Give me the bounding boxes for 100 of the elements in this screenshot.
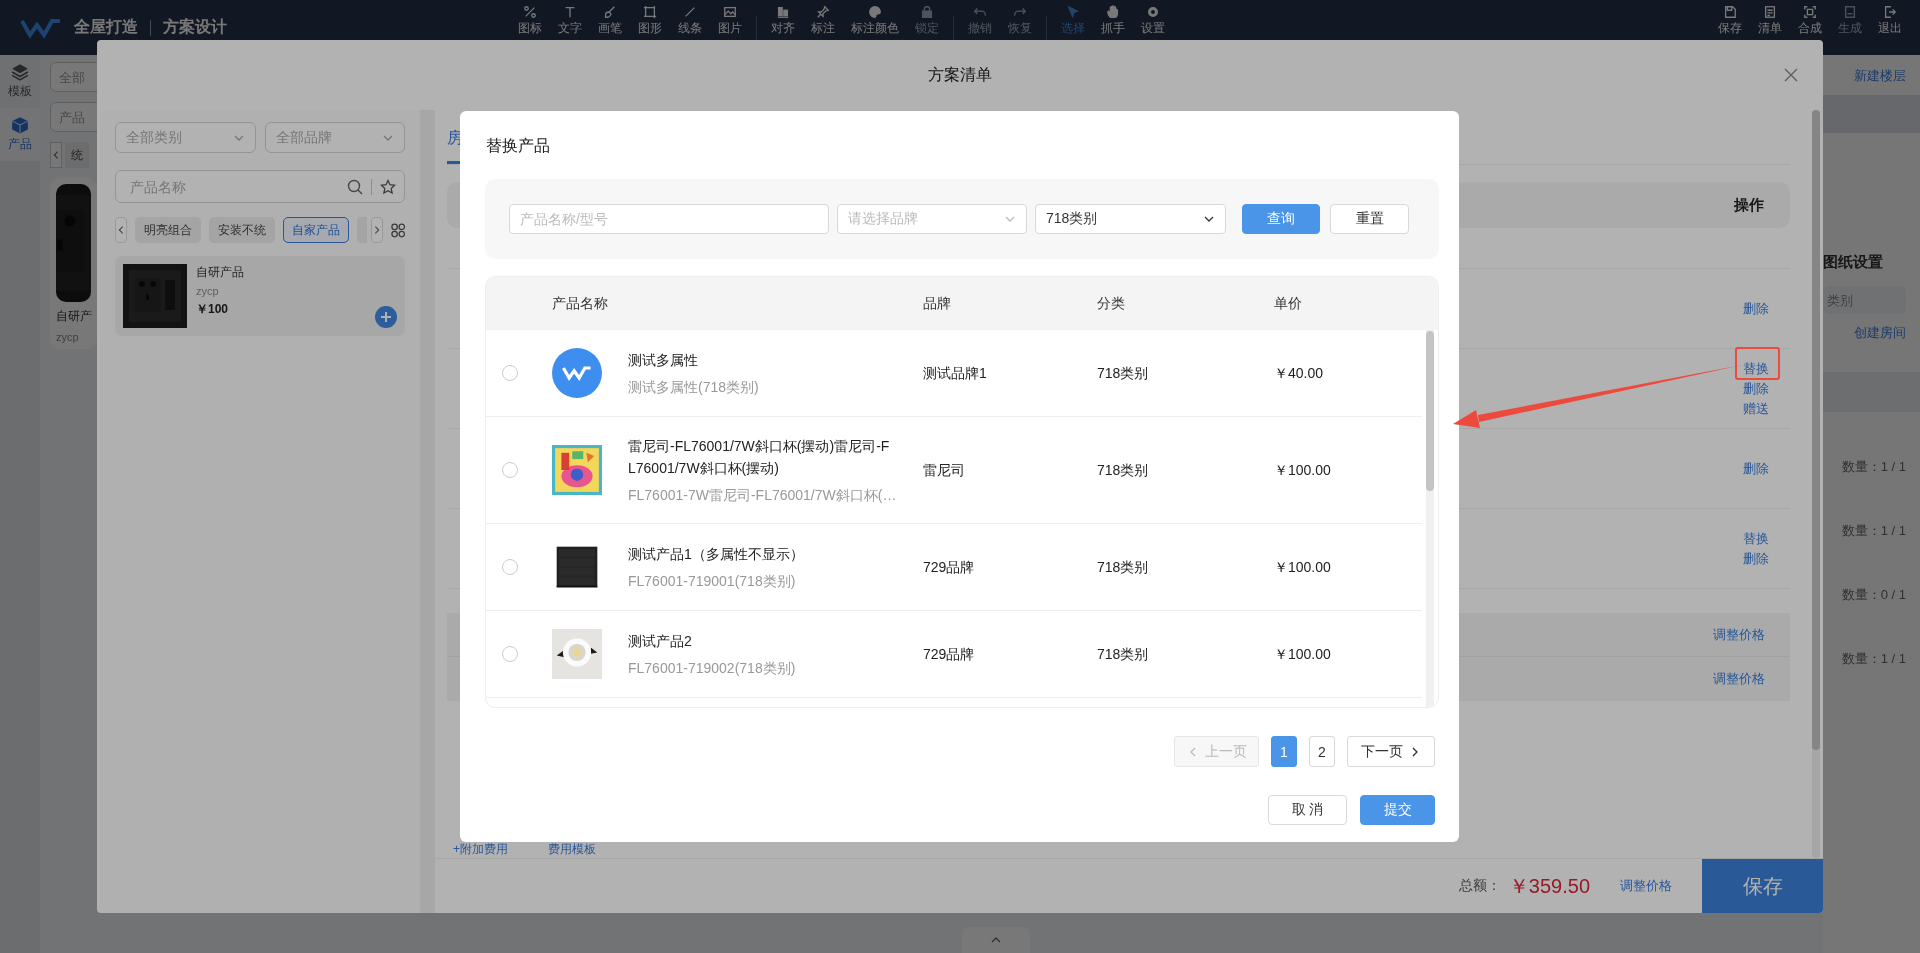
product-model: FL76001-7W雷尼司-FL76001/7W斜口杯(…: [628, 486, 898, 505]
add-button[interactable]: [375, 306, 397, 328]
action-link[interactable]: 赠送: [1743, 398, 1769, 419]
scroll-left-button[interactable]: [115, 217, 127, 243]
quantity-text: 数量：1 / 1: [1841, 650, 1906, 668]
total-label: 总额：: [1458, 877, 1501, 895]
logout-icon: [1883, 4, 1897, 19]
toolbar-button[interactable]: 合成: [1790, 2, 1830, 37]
product-model: 测试多属性(718类别): [628, 378, 760, 397]
page-button[interactable]: 1: [1271, 736, 1297, 767]
product-card[interactable]: 自研产品 zycp ￥100: [115, 256, 405, 336]
document-icon: [1843, 4, 1857, 19]
column-header: 产品名称: [552, 294, 608, 311]
logo-icon: [20, 16, 62, 39]
sidebar-item[interactable]: 产品: [0, 108, 40, 161]
category-select[interactable]: 全部类别: [115, 122, 256, 153]
toolbar-button[interactable]: 画笔: [590, 2, 630, 37]
category-chip[interactable]: 自家产品: [283, 217, 349, 243]
radio-button[interactable]: [502, 365, 518, 381]
new-floor-link[interactable]: 新建楼层: [1854, 67, 1906, 85]
toolbar-button[interactable]: 线条: [670, 2, 710, 37]
radio-button[interactable]: [502, 646, 518, 662]
logo-icon: [552, 348, 602, 398]
table-cell: 雷尼司: [923, 461, 965, 478]
radio-button[interactable]: [502, 559, 518, 575]
footer-link[interactable]: 费用模板: [548, 841, 596, 858]
adjust-price-link[interactable]: 调整价格: [1713, 670, 1765, 688]
expand-tab[interactable]: [962, 927, 1030, 953]
action-link[interactable]: 替换: [1743, 358, 1769, 379]
save-button[interactable]: 保存: [1702, 858, 1823, 913]
page-button[interactable]: 2: [1309, 736, 1335, 767]
create-room-link[interactable]: 创建房间: [1854, 324, 1906, 342]
cancel-button[interactable]: 取 消: [1268, 795, 1347, 825]
toolbar-button[interactable]: 标注: [803, 2, 843, 37]
category-chip[interactable]: 安装不统: [209, 217, 275, 243]
percent-icon: [523, 4, 537, 19]
layers-icon: [11, 63, 29, 81]
dialog-title: 替换产品: [486, 136, 551, 156]
category-chip[interactable]: 统: [65, 142, 89, 168]
scrollbar[interactable]: [1426, 330, 1434, 707]
pin-icon: [816, 4, 830, 19]
adjust-price-link[interactable]: 调整价格: [1620, 877, 1672, 895]
toolbar-button[interactable]: 清单: [1750, 2, 1790, 37]
highlight-frame: [1735, 347, 1780, 380]
toolbar-button[interactable]: 图片: [710, 2, 750, 37]
next-page-button[interactable]: 下一页: [1347, 736, 1435, 767]
toolbar-button[interactable]: 图标: [510, 2, 550, 37]
search-icon: [347, 178, 363, 195]
toolbar-button[interactable]: 图形: [630, 2, 670, 37]
table-cell: ￥40.00: [1274, 364, 1324, 381]
brand-select[interactable]: 全部品牌: [264, 122, 405, 153]
bar-chart-icon: [776, 4, 790, 19]
reset-button[interactable]: 重置: [1330, 204, 1409, 234]
footer-link[interactable]: +附加费用: [453, 841, 508, 858]
category-chip[interactable]: 明亮组合: [135, 217, 201, 243]
sidebar-item[interactable]: 模板: [0, 55, 40, 108]
toolbar-button[interactable]: 退出: [1870, 2, 1910, 37]
product-name: 雷尼司-FL76001/7W斜口杯(摆动)雷尼司-FL76001/7W斜口杯(摆动): [628, 437, 891, 478]
radio-button[interactable]: [502, 462, 518, 478]
action-link[interactable]: 删除: [1743, 378, 1769, 399]
table-cell: ￥100.00: [1274, 461, 1331, 478]
product-name: 自研产: [56, 308, 91, 325]
close-icon[interactable]: [1783, 67, 1799, 83]
table-cell: ￥100.00: [1274, 645, 1331, 662]
table-cell: 718类别: [1097, 364, 1149, 381]
star-icon[interactable]: [380, 178, 396, 195]
grid-icon[interactable]: [390, 222, 405, 238]
adjust-price-link[interactable]: 调整价格: [1713, 625, 1765, 644]
toolbar-button[interactable]: 抓手: [1093, 2, 1133, 37]
quantity-text: 数量：0 / 1: [1841, 586, 1906, 604]
toolbar-button[interactable]: 保存: [1710, 2, 1750, 37]
action-link[interactable]: 删除: [1743, 458, 1769, 479]
chevron-left-icon: [116, 224, 126, 236]
table-cell: 718类别: [1097, 461, 1149, 478]
product-name: 测试产品2: [628, 632, 693, 651]
action-link[interactable]: 删除: [1743, 548, 1769, 569]
search-bar[interactable]: 产品名称: [115, 170, 405, 203]
scroll-right-button[interactable]: [370, 217, 383, 243]
toolbar-button[interactable]: 标注颜色: [843, 2, 907, 37]
category-select[interactable]: 718类别: [1035, 204, 1226, 234]
hand-icon: [1106, 4, 1120, 19]
crop-icon: [643, 4, 657, 19]
brand-select[interactable]: 请选择品牌: [837, 204, 1027, 234]
table-cell: 729品牌: [923, 558, 975, 575]
submit-button[interactable]: 提交: [1360, 795, 1435, 825]
toolbar-button[interactable]: 选择: [1053, 2, 1093, 37]
scroll-left-button[interactable]: [50, 142, 62, 168]
brush-icon: [603, 4, 617, 19]
section-title: 图纸设置: [1823, 253, 1884, 272]
query-button[interactable]: 查询: [1242, 204, 1320, 234]
search-field[interactable]: 产品名称: [128, 177, 339, 196]
action-link[interactable]: 替换: [1743, 528, 1769, 549]
chevron-left-icon: [51, 149, 61, 161]
scrollbar[interactable]: [1812, 110, 1820, 858]
search-field[interactable]: 产品名称/型号: [509, 204, 829, 234]
toolbar-button[interactable]: 对齐: [763, 2, 803, 37]
toolbar-button[interactable]: 设置: [1133, 2, 1173, 37]
scan-icon: [1803, 4, 1817, 19]
action-link[interactable]: 删除: [1743, 298, 1769, 319]
toolbar-button[interactable]: 文字: [550, 2, 590, 37]
